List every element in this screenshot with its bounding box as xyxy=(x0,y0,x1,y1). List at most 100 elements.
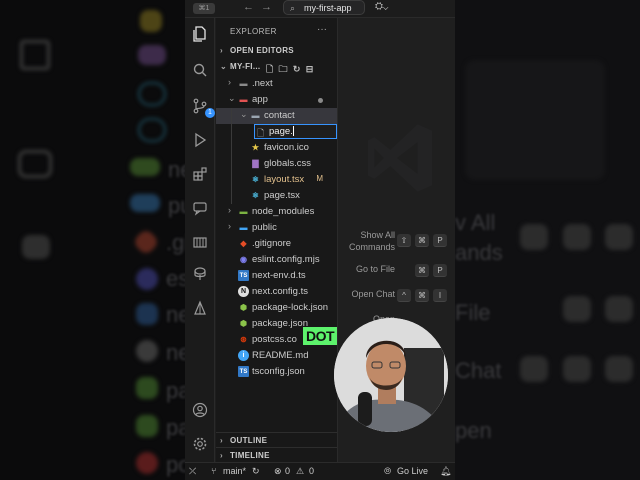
chevron-right-icon[interactable]: › xyxy=(228,77,231,87)
tree-item-label: postcss.co xyxy=(252,334,297,345)
node-file-icon: ⬢ xyxy=(240,303,247,312)
go-live-button[interactable]: Go Live xyxy=(397,466,428,476)
readme-info-icon: i xyxy=(238,350,249,361)
chevron-right-icon[interactable]: › xyxy=(228,221,231,231)
new-file-icon[interactable]: 🗋 xyxy=(266,64,274,74)
tree-item[interactable]: ◉ eslint.config.mjs xyxy=(216,252,337,268)
source-control-icon[interactable]: 1 xyxy=(190,96,215,118)
blurred-logo xyxy=(465,60,605,180)
tree-item-label: globals.css xyxy=(264,158,311,169)
warning-count[interactable]: 0 xyxy=(309,466,314,476)
chevron-right-icon[interactable]: › xyxy=(228,205,231,215)
blurred-key xyxy=(563,296,591,322)
tree-item[interactable]: TS next-env.d.ts xyxy=(216,268,337,284)
tree-item[interactable]: ▇ globals.css xyxy=(216,156,337,172)
error-count[interactable]: 0 xyxy=(285,466,290,476)
tree-item[interactable]: Nnext.config.ts xyxy=(216,284,337,300)
blurred-key xyxy=(520,224,548,250)
tree-item-label: node_modules xyxy=(252,206,315,217)
bg-text: ne xyxy=(166,302,185,327)
new-folder-icon[interactable]: 🗀 xyxy=(279,64,288,74)
extensions-icon[interactable] xyxy=(190,164,210,184)
new-file-name-input[interactable]: 🗋 page. xyxy=(254,124,337,139)
account-icon[interactable] xyxy=(190,400,210,420)
tree-item[interactable]: i README.md xyxy=(216,348,337,364)
favicon-star-icon: ★ xyxy=(251,143,260,152)
blurred-eslint-icon xyxy=(136,268,158,290)
settings-gear-icon[interactable] xyxy=(190,434,210,454)
tree-item[interactable]: ⚛ layout.tsx M xyxy=(216,172,337,188)
open-editors-section[interactable]: › OPEN EDITORS xyxy=(220,46,294,55)
bg-text: pu xyxy=(168,193,185,218)
more-actions-icon[interactable]: ··· xyxy=(317,24,327,35)
forward-arrow-icon[interactable]: → xyxy=(261,1,272,13)
tree-item[interactable]: ⚛ page.tsx xyxy=(216,188,337,204)
css-file-icon: ▇ xyxy=(252,159,259,168)
chevron-down-icon[interactable]: ⌄ xyxy=(240,109,248,120)
blurred-node-icon-2 xyxy=(136,415,158,437)
indent-guide xyxy=(231,140,232,156)
tree-item-label: .gitignore xyxy=(252,238,292,249)
timeline-section[interactable]: › TIMELINE xyxy=(216,447,337,462)
scm-count-badge: 1 xyxy=(205,108,215,118)
branch-name[interactable]: main* xyxy=(223,466,246,476)
tree-item[interactable]: ⌄ ▬ contact xyxy=(216,108,337,124)
copilot-icon[interactable]: ⛭⌄ xyxy=(375,1,388,12)
back-arrow-icon[interactable]: ← xyxy=(243,1,254,13)
title-bar: ⌘1 ← → ⌕ my-first-app ⛭⌄ xyxy=(185,0,455,18)
bg-text: v All xyxy=(455,210,496,235)
search-icon[interactable] xyxy=(190,60,210,80)
tree-item[interactable]: › ▬ public xyxy=(216,220,337,236)
shortcut-key: ^ xyxy=(397,289,411,302)
tree-item[interactable]: ⌄ ▬ app xyxy=(216,92,337,108)
shortcut-label: Go to File xyxy=(355,264,395,274)
collapse-all-icon[interactable]: ⊟ xyxy=(306,64,314,74)
webcam-overlay xyxy=(334,318,448,432)
timeline-label: TIMELINE xyxy=(230,451,270,460)
tree-item-label: eslint.config.mjs xyxy=(252,254,320,265)
node-file-icon: ⬢ xyxy=(240,319,247,328)
vscode-watermark-logo xyxy=(368,124,432,192)
shortcut-key: P xyxy=(433,234,447,247)
background-right-blur: v All ands File Chat pen xyxy=(455,0,640,480)
chevron-right-icon: › xyxy=(220,436,223,445)
blurred-react-icon-2 xyxy=(138,118,166,142)
blurred-node-icon xyxy=(136,377,158,399)
layout-badge[interactable]: ⌘1 xyxy=(193,3,215,14)
outline-section[interactable]: › OUTLINE xyxy=(216,432,337,447)
tree-item-label: .next xyxy=(252,78,273,89)
chevron-down-icon[interactable]: ⌄ xyxy=(228,93,236,104)
run-debug-icon[interactable] xyxy=(190,130,210,150)
activity-bar: 1 xyxy=(185,18,215,462)
docker-icon[interactable] xyxy=(190,232,210,252)
timeline-header: › TIMELINE xyxy=(220,451,270,460)
shortcut-key: ⌘ xyxy=(415,234,429,247)
warning-icon: ⚠ xyxy=(296,466,305,476)
sync-icon[interactable]: ↻ xyxy=(252,466,260,477)
project-section[interactable]: ⌄ MY-FI... 🗋 🗀 ↻ ⊟ xyxy=(220,62,313,74)
command-center-search[interactable]: ⌕ my-first-app xyxy=(283,0,365,15)
remote-icon[interactable]: ⤫ xyxy=(189,466,196,477)
tree-item[interactable]: TS tsconfig.json xyxy=(216,364,337,380)
explorer-icon[interactable] xyxy=(190,24,210,44)
database-icon[interactable] xyxy=(190,264,210,284)
bg-text: pa xyxy=(166,378,185,403)
tree-item-label: page.tsx xyxy=(264,190,300,201)
tree-item[interactable]: › ▬ .next xyxy=(216,76,337,92)
tree-item[interactable]: ◆ .gitignore xyxy=(216,236,337,252)
chat-icon[interactable] xyxy=(190,198,210,218)
modified-dot xyxy=(318,98,323,103)
blurred-react-icon xyxy=(138,82,166,106)
folder-icon: ▬ xyxy=(239,79,248,88)
indent-guide xyxy=(231,124,232,140)
broadcast-icon: ⦾ xyxy=(384,466,392,476)
status-bar: ⤫ ⑂ main* ↻ ⊗ 0 ⚠ 0 ⦾ Go Live 🔔︎ xyxy=(185,462,455,480)
tree-item[interactable]: ⬢ package-lock.json xyxy=(216,300,337,316)
tree-item-label: app xyxy=(252,94,268,105)
tree-item[interactable]: ★ favicon.ico xyxy=(216,140,337,156)
tree-item-label: public xyxy=(252,222,277,233)
refresh-icon[interactable]: ↻ xyxy=(293,64,301,74)
notifications-bell-icon[interactable]: 🔔︎ xyxy=(440,466,451,477)
tree-item[interactable]: › ▬ node_modules xyxy=(216,204,337,220)
deploy-icon[interactable] xyxy=(190,298,210,318)
